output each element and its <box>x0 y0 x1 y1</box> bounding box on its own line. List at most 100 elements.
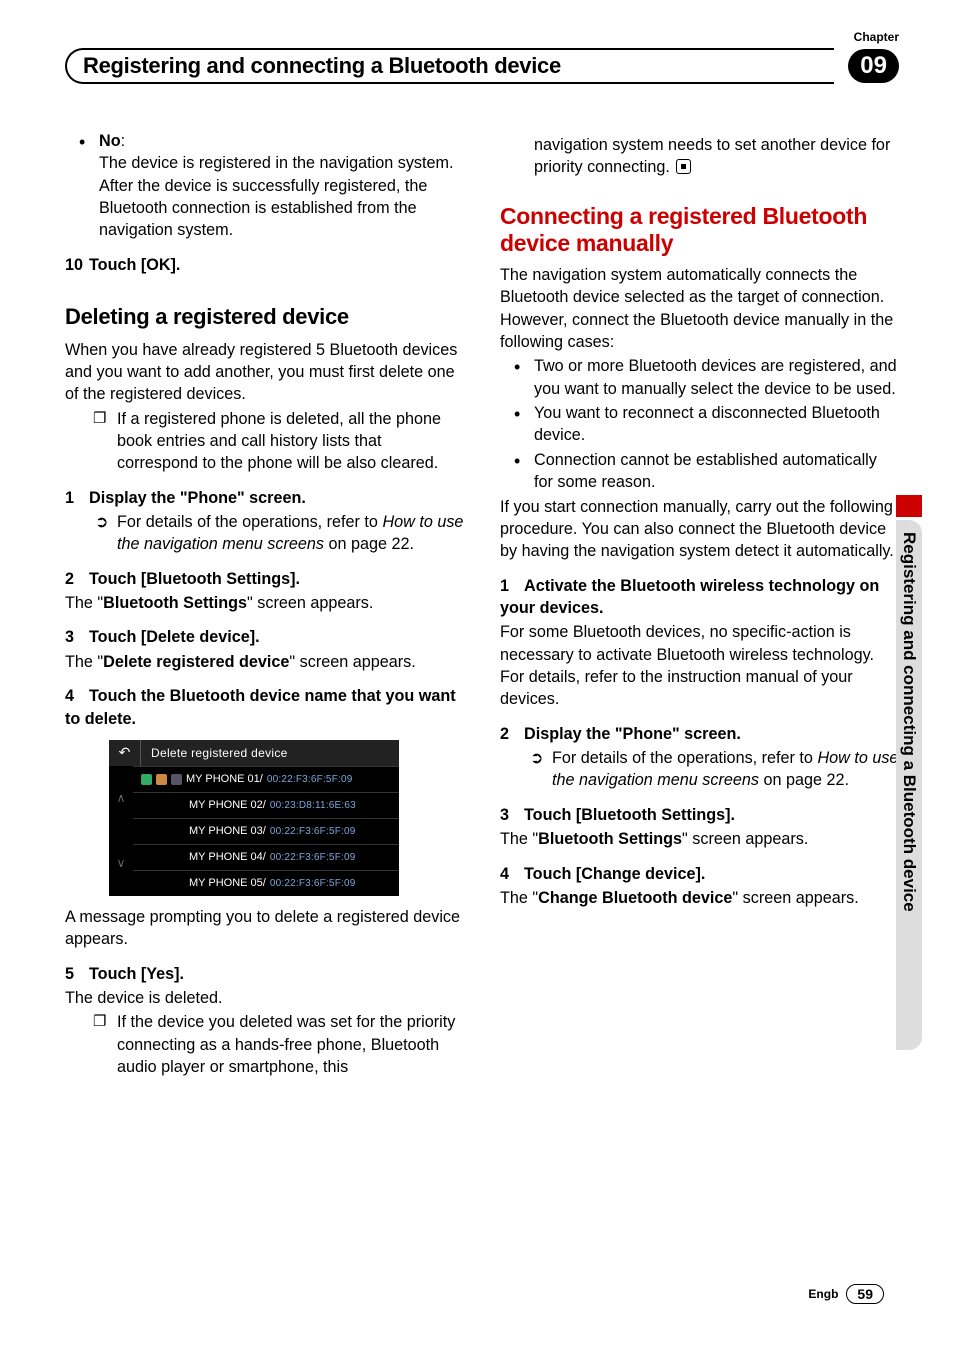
rstep-4-after: The "Change Bluetooth device" screen app… <box>500 887 899 909</box>
s2b: Bluetooth Settings <box>103 594 247 612</box>
rstep-2: 2Display the "Phone" screen. <box>500 723 899 745</box>
connect-intro: The navigation system automatically conn… <box>500 264 899 353</box>
footer-lang: Engb <box>808 1287 838 1301</box>
ss-row-2-addr: 00:23:D8:11:6E:63 <box>270 799 356 813</box>
audio-icon <box>156 774 167 785</box>
content-columns: No: The device is registered in the navi… <box>65 130 899 1250</box>
rstep-1: 1Activate the Bluetooth wireless technol… <box>500 575 899 620</box>
case-3: Connection cannot be established automat… <box>500 449 899 494</box>
step-2-after: The "Bluetooth Settings" screen appears. <box>65 592 464 614</box>
step-5: 5Touch [Yes]. <box>65 963 464 985</box>
ss-scroll: ∧ ∨ <box>109 766 133 896</box>
s3b: Delete registered device <box>103 653 289 671</box>
step-3-text: Touch [Delete device]. <box>89 628 260 646</box>
step-4-text: Touch the Bluetooth device name that you… <box>65 687 456 727</box>
no-bullet-list: No: The device is registered in the navi… <box>65 130 464 242</box>
phone-icon <box>141 774 152 785</box>
r4a: The " <box>500 889 538 907</box>
step-10: 10Touch [OK]. <box>65 254 464 276</box>
step-3-after: The "Delete registered device" screen ap… <box>65 651 464 673</box>
page-title: Registering and connecting a Bluetooth d… <box>83 53 561 79</box>
rstep-1-after: For some Bluetooth devices, no specific-… <box>500 621 899 710</box>
ss-back-icon: ↶ <box>109 740 141 766</box>
r4b: Change Bluetooth device <box>538 889 732 907</box>
step-2: 2Touch [Bluetooth Settings]. <box>65 568 464 590</box>
ss-scroll-down-icon: ∨ <box>109 831 133 896</box>
r3b: Bluetooth Settings <box>538 830 682 848</box>
s2a: The " <box>65 594 103 612</box>
step-1-sub: For details of the operations, refer to … <box>65 511 464 556</box>
delete-intro: When you have already registered 5 Bluet… <box>65 339 464 406</box>
ss-row-3: MY PHONE 03/00:22:F3:6F:5F:09 <box>133 818 399 844</box>
case-2: You want to reconnect a disconnected Blu… <box>500 402 899 447</box>
step-3: 3Touch [Delete device]. <box>65 626 464 648</box>
rstep-3: 3Touch [Bluetooth Settings]. <box>500 804 899 826</box>
s3c: " screen appears. <box>289 653 415 671</box>
delete-device-screenshot: ↶ Delete registered device ∧ ∨ MY PHONE … <box>109 740 399 896</box>
step-5-text: Touch [Yes]. <box>89 965 184 983</box>
after-screenshot: A message prompting you to delete a regi… <box>65 906 464 951</box>
r3a: The " <box>500 830 538 848</box>
rstep-4-text: Touch [Change device]. <box>524 865 705 883</box>
step-1: 1Display the "Phone" screen. <box>65 487 464 509</box>
chapter-number-pill: 09 <box>848 49 899 83</box>
ss-row-4-addr: 00:22:F3:6F:5F:09 <box>270 851 356 865</box>
device-icon <box>171 774 182 785</box>
rstep-1-text: Activate the Bluetooth wireless technolo… <box>500 577 879 617</box>
ss-row-4: MY PHONE 04/00:22:F3:6F:5F:09 <box>133 844 399 870</box>
rstep-2-sub: For details of the operations, refer to … <box>500 747 899 792</box>
ss-list: MY PHONE 01/00:22:F3:6F:5F:09 MY PHONE 0… <box>133 766 399 896</box>
case-1: Two or more Bluetooth devices are regist… <box>500 355 899 400</box>
step-5-sub: If the device you deleted was set for th… <box>65 1011 464 1078</box>
side-tab: Registering and connecting a Bluetooth d… <box>896 520 922 1050</box>
rstep-4: 4Touch [Change device]. <box>500 863 899 885</box>
rstep-3-after: The "Bluetooth Settings" screen appears. <box>500 828 899 850</box>
s2c: " screen appears. <box>247 594 373 612</box>
page-footer: Engb 59 <box>808 1284 884 1304</box>
ss-row-2: MY PHONE 02/00:23:D8:11:6E:63 <box>133 792 399 818</box>
connect-cases-list: Two or more Bluetooth devices are regist… <box>500 355 899 493</box>
ss-row-1-name: MY PHONE 01/ <box>186 772 263 787</box>
no-label: No <box>99 132 121 150</box>
ss-title: Delete registered device <box>141 745 288 762</box>
end-section-icon <box>676 159 691 174</box>
s3a: The " <box>65 653 103 671</box>
ss-header: ↶ Delete registered device <box>109 740 399 766</box>
ss-row-5-addr: 00:22:F3:6F:5F:09 <box>270 877 356 891</box>
rstep-2-text: Display the "Phone" screen. <box>524 725 741 743</box>
ss-row-1-addr: 00:22:F3:6F:5F:09 <box>267 773 353 787</box>
right-continuation: navigation system needs to set another d… <box>500 134 899 179</box>
ss-row-5-name: MY PHONE 05/ <box>189 876 266 891</box>
connect-after-bullets: If you start connection manually, carry … <box>500 496 899 563</box>
heading-deleting: Deleting a registered device <box>65 302 464 332</box>
step-1-sub-c: on page 22. <box>324 535 414 553</box>
r4c: " screen appears. <box>732 889 858 907</box>
ss-scroll-up-icon: ∧ <box>109 766 133 831</box>
ss-row-4-name: MY PHONE 04/ <box>189 850 266 865</box>
side-tab-accent <box>896 495 922 517</box>
step-5-after: The device is deleted. <box>65 987 464 1009</box>
ss-row-3-addr: 00:22:F3:6F:5F:09 <box>270 825 356 839</box>
chapter-label: Chapter <box>854 30 899 44</box>
ss-body: ∧ ∨ MY PHONE 01/00:22:F3:6F:5F:09 MY PHO… <box>109 766 399 896</box>
r2c: on page 22. <box>759 771 849 789</box>
ss-row-3-name: MY PHONE 03/ <box>189 824 266 839</box>
step-10-text: Touch [OK]. <box>89 256 180 274</box>
no-text: The device is registered in the navigati… <box>99 152 464 241</box>
title-bar-outline: Registering and connecting a Bluetooth d… <box>65 48 834 84</box>
r3c: " screen appears. <box>682 830 808 848</box>
page-number: 59 <box>846 1284 884 1304</box>
right-cont-text: navigation system needs to set another d… <box>534 136 890 176</box>
no-item: No: The device is registered in the navi… <box>65 130 464 242</box>
rstep-3-text: Touch [Bluetooth Settings]. <box>524 806 735 824</box>
ss-row-2-name: MY PHONE 02/ <box>189 798 266 813</box>
ss-row-1: MY PHONE 01/00:22:F3:6F:5F:09 <box>133 766 399 792</box>
page: Chapter Registering and connecting a Blu… <box>0 0 954 1352</box>
step-2-text: Touch [Bluetooth Settings]. <box>89 570 300 588</box>
step-4: 4Touch the Bluetooth device name that yo… <box>65 685 464 730</box>
step-1-text: Display the "Phone" screen. <box>89 489 306 507</box>
r2a: For details of the operations, refer to <box>552 749 817 767</box>
step-1-sub-a: For details of the operations, refer to <box>117 513 382 531</box>
title-bar: Registering and connecting a Bluetooth d… <box>65 48 899 84</box>
heading-connecting: Connecting a registered Bluetooth device… <box>500 203 899 258</box>
